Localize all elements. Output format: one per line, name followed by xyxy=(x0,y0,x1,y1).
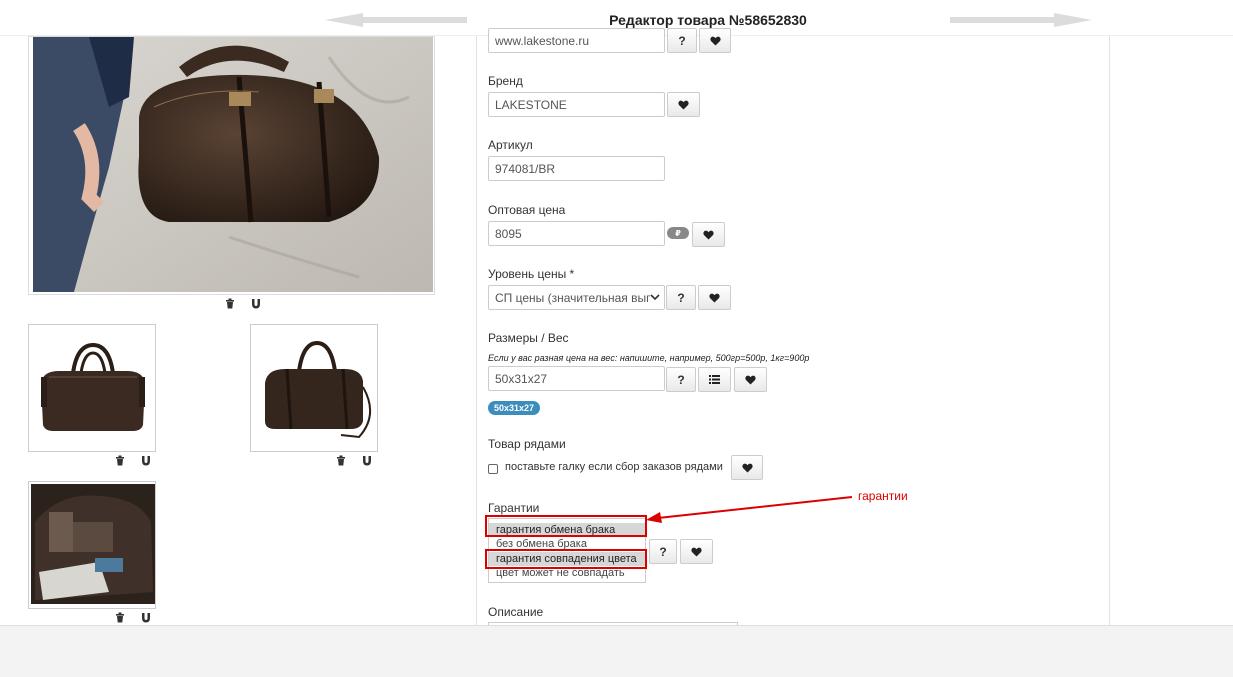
right-divider xyxy=(1109,36,1110,626)
rows-checkbox[interactable] xyxy=(488,464,498,474)
chevron-down-icon xyxy=(650,294,660,301)
article-input[interactable]: 974081/BR xyxy=(488,156,665,181)
highlight-box xyxy=(485,515,647,537)
price-level-help-button[interactable]: ? xyxy=(666,285,696,310)
trash-icon[interactable] xyxy=(334,453,348,467)
brand-favorite-button[interactable] xyxy=(667,92,700,117)
next-arrow-icon[interactable] xyxy=(950,13,1092,27)
magnet-icon[interactable] xyxy=(249,296,263,310)
heart-icon xyxy=(703,230,714,240)
sizes-list-button[interactable] xyxy=(698,367,731,392)
price-level-value: СП цены (значительная выг xyxy=(495,291,651,305)
guarantee-favorite-button[interactable] xyxy=(680,539,713,564)
trash-icon[interactable] xyxy=(223,296,237,310)
description-label: Описание xyxy=(488,605,544,619)
annotation-arrow-icon xyxy=(646,496,853,523)
sizes-input[interactable]: 50x31x27 xyxy=(488,366,665,391)
price-level-select[interactable]: СП цены (значительная выг xyxy=(488,285,665,310)
brand-input[interactable]: LAKESTONE xyxy=(488,92,665,117)
price-level-label: Уровень цены * xyxy=(488,267,575,281)
favorite-button[interactable] xyxy=(699,28,731,53)
list-icon xyxy=(709,375,720,384)
footer-bar xyxy=(0,625,1233,677)
magnet-icon[interactable] xyxy=(139,453,153,467)
brand-label: Бренд xyxy=(488,74,523,88)
magnet-icon[interactable] xyxy=(139,610,153,624)
heart-icon xyxy=(709,36,721,46)
trash-icon[interactable] xyxy=(113,610,127,624)
help-button[interactable]: ? xyxy=(667,28,697,53)
heart-icon xyxy=(741,463,753,473)
heart-icon xyxy=(745,375,756,385)
left-divider xyxy=(476,36,477,626)
wholesale-price-input[interactable]: 8095 xyxy=(488,221,665,246)
price-level-favorite-button[interactable] xyxy=(698,285,731,310)
site-input[interactable]: www.lakestone.ru xyxy=(488,28,665,53)
guarantee-help-button[interactable]: ? xyxy=(649,539,677,564)
rows-label: Товар рядами xyxy=(488,437,566,451)
magnet-icon[interactable] xyxy=(360,453,374,467)
sizes-label: Размеры / Вес xyxy=(488,331,569,345)
annotation-text: гарантии xyxy=(858,489,908,503)
sizes-hint: Если у вас разная цена на вес: напишите,… xyxy=(488,353,810,363)
thumbnail-image-1[interactable] xyxy=(28,324,156,452)
sizes-help-button[interactable]: ? xyxy=(666,367,696,392)
size-tag[interactable]: 50x31x27 xyxy=(488,401,541,415)
article-label: Артикул xyxy=(488,138,533,152)
thumbnail-image-2[interactable] xyxy=(250,324,378,452)
rows-favorite-button[interactable] xyxy=(731,455,763,480)
wholesale-price-label: Оптовая цена xyxy=(488,203,566,217)
highlight-box xyxy=(485,549,647,569)
thumbnail-image-3[interactable] xyxy=(28,481,156,609)
price-favorite-button[interactable] xyxy=(692,222,725,247)
trash-icon[interactable] xyxy=(113,453,127,467)
sizes-favorite-button[interactable] xyxy=(734,367,767,392)
heart-icon xyxy=(678,100,689,110)
heart-icon xyxy=(709,293,720,303)
rows-checkbox-label: поставьте галку если сбор заказов рядами xyxy=(505,461,723,473)
main-product-image[interactable] xyxy=(28,36,435,295)
guarantee-label: Гарантии xyxy=(488,501,540,515)
heart-icon xyxy=(691,547,702,557)
currency-badge: ₽ xyxy=(667,227,689,239)
